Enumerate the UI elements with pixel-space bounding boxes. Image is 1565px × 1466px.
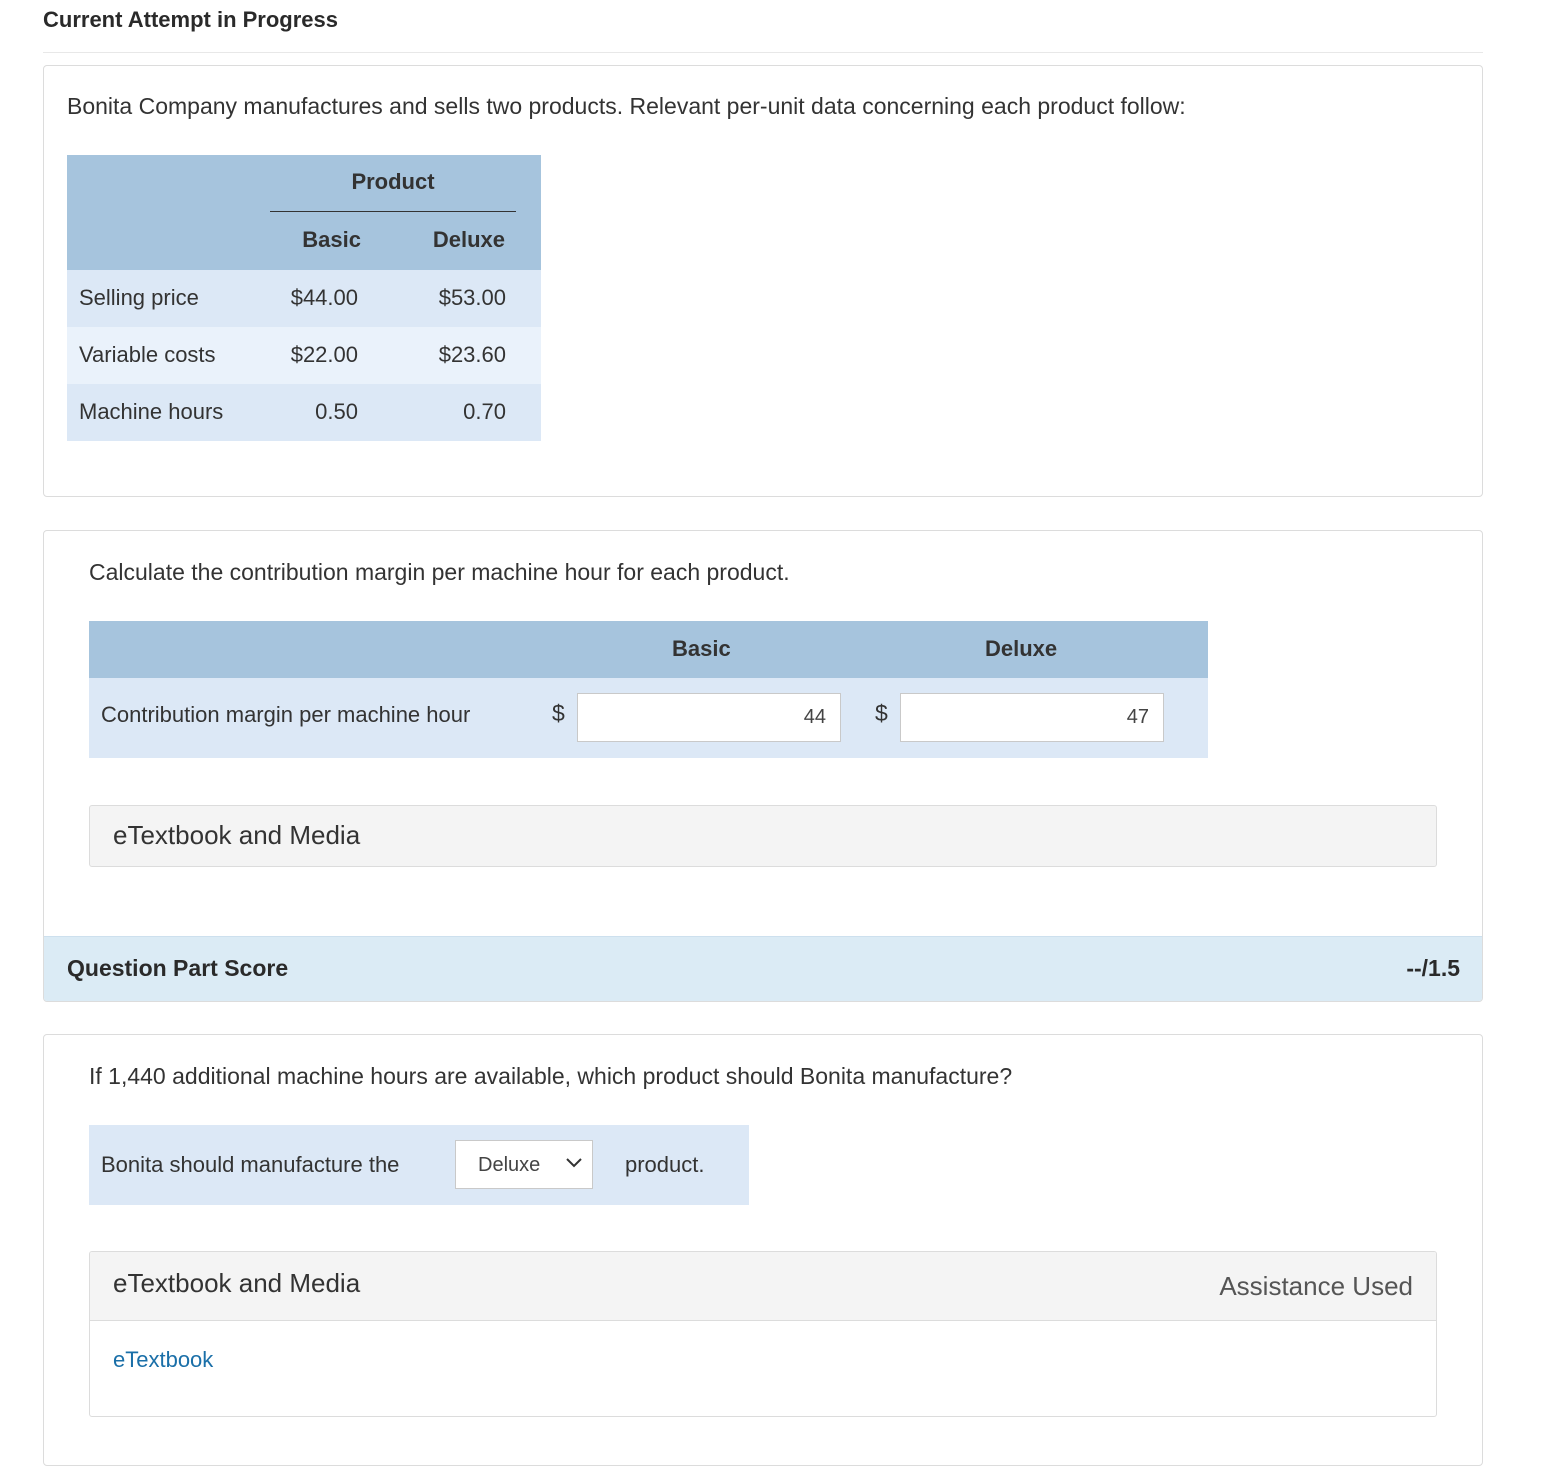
question-part-2-card: If 1,440 additional machine hours are av… bbox=[43, 1034, 1483, 1466]
table-row: Selling price $44.00 $53.00 bbox=[67, 270, 541, 327]
problem-intro-card: Bonita Company manufactures and sells tw… bbox=[43, 65, 1483, 497]
row-label: Selling price bbox=[79, 285, 199, 310]
score-label: Question Part Score bbox=[67, 955, 289, 981]
product-data-table: Product Basic Deluxe Selling price $44.0… bbox=[67, 155, 541, 441]
contribution-margin-table: Basic Deluxe Contribution margin per mac… bbox=[89, 621, 1208, 758]
currency-symbol: $ bbox=[552, 700, 565, 726]
assistance-used-label: Assistance Used bbox=[1219, 1271, 1413, 1301]
question-part-score-bar: Question Part Score --/1.5 bbox=[44, 936, 1482, 1001]
etextbook-link[interactable]: eTextbook bbox=[113, 1347, 213, 1373]
sentence-suffix: product. bbox=[625, 1152, 705, 1177]
column-header-basic: Basic bbox=[672, 636, 731, 661]
row-label: Machine hours bbox=[79, 399, 224, 424]
table-row: Variable costs $22.00 $23.60 bbox=[67, 327, 541, 384]
part1-question: Calculate the contribution margin per ma… bbox=[89, 559, 790, 585]
score-value: --/1.5 bbox=[1406, 955, 1460, 981]
etextbook-media-toggle[interactable]: eTextbook and Media bbox=[89, 805, 1437, 867]
table-row: Machine hours 0.50 0.70 bbox=[67, 384, 541, 441]
basic-value: $44.00 bbox=[290, 285, 358, 310]
media-label: eTextbook and Media bbox=[113, 820, 361, 850]
row-label: Contribution margin per machine hour bbox=[101, 702, 471, 727]
header-divider bbox=[270, 211, 516, 212]
sentence-prefix: Bonita should manufacture the bbox=[101, 1152, 400, 1177]
column-header-basic: Basic bbox=[302, 227, 361, 252]
product-select[interactable]: Deluxe bbox=[455, 1140, 593, 1189]
question-part-1-card: Calculate the contribution margin per ma… bbox=[43, 530, 1483, 1002]
column-header-deluxe: Deluxe bbox=[985, 636, 1058, 661]
etextbook-media-panel: eTextbook and Media Assistance Used eTex… bbox=[89, 1251, 1437, 1417]
selected-option: Deluxe bbox=[478, 1154, 541, 1176]
attempt-header: Current Attempt in Progress bbox=[43, 0, 1483, 53]
answer-sentence: Bonita should manufacture the Deluxe pro… bbox=[89, 1125, 749, 1205]
part2-question: If 1,440 additional machine hours are av… bbox=[89, 1063, 1013, 1089]
row-label: Variable costs bbox=[79, 342, 216, 367]
table-header: Product Basic Deluxe bbox=[67, 155, 541, 270]
basic-cm-input[interactable] bbox=[577, 693, 841, 742]
answer-row: Contribution margin per machine hour $ $ bbox=[89, 678, 1208, 758]
basic-value: 0.50 bbox=[315, 399, 358, 424]
column-header-deluxe: Deluxe bbox=[432, 227, 505, 252]
deluxe-value: 0.70 bbox=[463, 399, 506, 424]
chevron-down-icon bbox=[566, 1158, 582, 1168]
intro-text: Bonita Company manufactures and sells tw… bbox=[67, 93, 1186, 119]
media-label: eTextbook and Media bbox=[113, 1268, 361, 1298]
etextbook-media-toggle[interactable]: eTextbook and Media Assistance Used bbox=[90, 1252, 1436, 1321]
deluxe-value: $23.60 bbox=[438, 342, 506, 367]
deluxe-value: $53.00 bbox=[438, 285, 506, 310]
product-group-header: Product bbox=[351, 169, 435, 194]
attempt-title: Current Attempt in Progress bbox=[43, 7, 339, 32]
answer-table-header: Basic Deluxe bbox=[89, 621, 1208, 678]
deluxe-cm-input[interactable] bbox=[900, 693, 1164, 742]
basic-value: $22.00 bbox=[290, 342, 358, 367]
currency-symbol: $ bbox=[875, 700, 888, 726]
